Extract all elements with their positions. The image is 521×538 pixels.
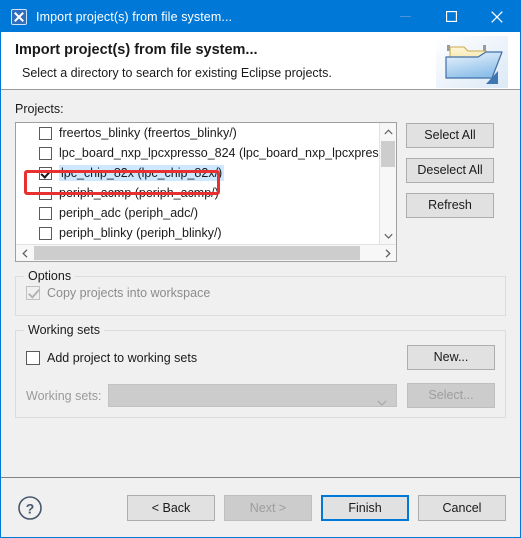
deselect-all-button[interactable]: Deselect All (406, 158, 494, 183)
add-project-check-line[interactable]: Add project to working sets (26, 350, 198, 365)
project-checkbox[interactable] (39, 146, 52, 160)
options-group: Options Copy projects into workspace (15, 269, 506, 316)
horizontal-scroll-thumb[interactable] (34, 246, 360, 260)
projects-listbox[interactable]: freertos_blinky (freertos_blinky/) lpc_b… (15, 122, 397, 262)
list-side-buttons: Select All Deselect All Refresh (406, 122, 494, 218)
footer-buttons: < Back Next > Finish Cancel (127, 494, 506, 521)
options-legend: Options (24, 269, 76, 283)
list-item[interactable]: freertos_blinky (freertos_blinky/) (16, 123, 379, 143)
add-project-row: Add project to working sets New... (26, 345, 495, 370)
refresh-button[interactable]: Refresh (406, 193, 494, 218)
horizontal-scrollbar[interactable] (16, 244, 396, 261)
list-item[interactable]: periph_adc (periph_adc/) (16, 203, 379, 223)
minimize-button[interactable] (382, 1, 428, 32)
eclipse-import-icon (11, 8, 27, 25)
list-item-selected[interactable]: lpc_chip_82x (lpc_chip_82x/) (16, 163, 379, 183)
maximize-icon (445, 11, 457, 22)
add-project-label: Add project to working sets (47, 350, 198, 365)
dialog-footer: ? < Back Next > Finish Cancel (1, 477, 520, 537)
working-sets-combo (108, 384, 397, 407)
window-controls (382, 1, 520, 32)
projects-list-inner: freertos_blinky (freertos_blinky/) lpc_b… (16, 123, 379, 244)
project-checkbox-checked[interactable] (39, 166, 52, 180)
project-label: periph_adc (periph_adc/) (59, 206, 198, 220)
scroll-up-icon[interactable] (380, 123, 396, 140)
cancel-button[interactable]: Cancel (418, 494, 506, 521)
project-checkbox[interactable] (39, 226, 52, 240)
minimize-icon (399, 16, 411, 17)
help-icon[interactable]: ? (17, 495, 43, 521)
back-button[interactable]: < Back (127, 494, 215, 521)
svg-text:?: ? (26, 500, 35, 516)
project-label: lpc_chip_82x (lpc_chip_82x/) (59, 165, 225, 181)
scroll-down-icon[interactable] (380, 227, 396, 244)
close-icon (491, 10, 503, 23)
add-project-checkbox[interactable] (26, 350, 40, 365)
vertical-scrollbar[interactable] (379, 123, 396, 244)
project-label: periph_acmp (periph_acmp/) (59, 186, 219, 200)
scroll-right-icon[interactable] (379, 245, 396, 261)
title-bar: Import project(s) from file system... (1, 1, 520, 32)
maximize-button[interactable] (428, 1, 474, 32)
copy-projects-label: Copy projects into workspace (47, 286, 211, 300)
working-sets-combo-label: Working sets: (26, 388, 102, 403)
finish-button[interactable]: Finish (321, 494, 409, 521)
dialog-header: Import project(s) from file system... Se… (1, 32, 520, 90)
scroll-left-icon[interactable] (16, 245, 33, 261)
project-label: periph_blinky (periph_blinky/) (59, 226, 222, 240)
close-button[interactable] (474, 1, 520, 32)
list-item[interactable]: lpc_board_nxp_lpcxpresso_824 (lpc_board_… (16, 143, 379, 163)
open-folder-icon (436, 36, 508, 88)
project-checkbox[interactable] (39, 126, 52, 140)
next-button: Next > (224, 494, 312, 521)
dialog-body: Projects: freertos_blinky (freertos_blin… (1, 90, 520, 478)
project-label: freertos_blinky (freertos_blinky/) (59, 126, 237, 140)
list-item[interactable]: periph_blinky (periph_blinky/) (16, 223, 379, 243)
working-sets-legend: Working sets (24, 323, 105, 337)
select-all-button[interactable]: Select All (406, 123, 494, 148)
list-item[interactable]: periph_acmp (periph_acmp/) (16, 183, 379, 203)
projects-list-area: freertos_blinky (freertos_blinky/) lpc_b… (15, 122, 506, 262)
copy-projects-row: Copy projects into workspace (26, 286, 495, 300)
copy-projects-checkbox (26, 286, 40, 300)
select-working-set-button: Select... (407, 383, 495, 408)
project-checkbox[interactable] (39, 206, 52, 220)
window-title: Import project(s) from file system... (36, 9, 233, 24)
vertical-scroll-thumb[interactable] (381, 141, 395, 167)
project-checkbox[interactable] (39, 186, 52, 200)
projects-label: Projects: (15, 102, 64, 116)
import-projects-dialog: Import project(s) from file system... Im… (0, 0, 521, 538)
new-working-set-button[interactable]: New... (407, 345, 495, 370)
working-sets-group: Working sets Add project to working sets… (15, 323, 506, 418)
project-label: lpc_board_nxp_lpcxpresso_824 (lpc_board_… (59, 146, 379, 160)
chevron-down-icon (377, 393, 387, 411)
working-sets-row: Working sets: Select... (26, 383, 495, 408)
